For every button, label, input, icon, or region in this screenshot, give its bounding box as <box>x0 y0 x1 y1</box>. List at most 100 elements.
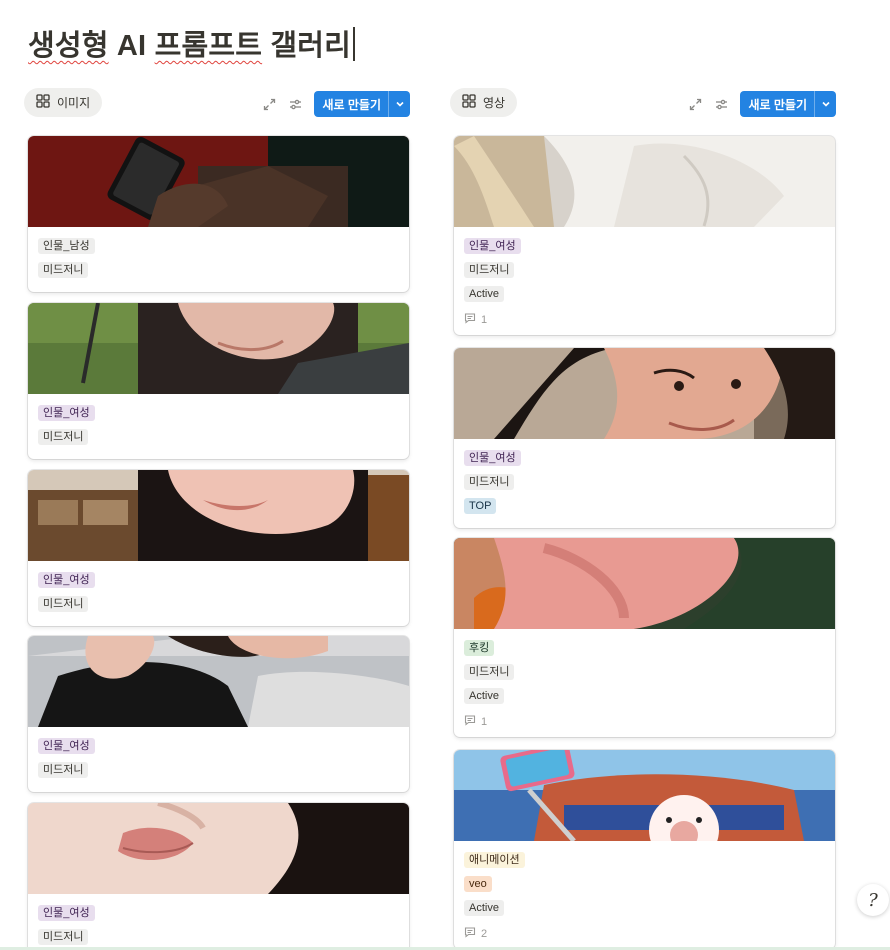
tag: Active <box>464 688 504 704</box>
page-title[interactable]: 생성형 AI 프롬프트 갤러리 <box>28 22 355 64</box>
tag-row: Active <box>464 284 825 308</box>
card-properties: 인물_여성 미드저니 <box>28 894 409 950</box>
tag: veo <box>464 876 492 892</box>
comment-icon <box>464 926 476 941</box>
tag: 미드저니 <box>38 596 89 612</box>
new-button[interactable]: 새로 만들기 <box>314 91 410 117</box>
gallery-view-images: 이미지 새로 만들기 인물_남성 미드저니 인물_여성 미드저니 인물_여성 미드저니 인물_여… <box>24 88 410 950</box>
tag: Active <box>464 900 504 916</box>
card-properties: 인물_여성미드저니 TOP <box>454 439 835 528</box>
tag-row: Active <box>464 686 825 710</box>
tag: 인물_여성 <box>464 450 521 466</box>
comment-count: 1 <box>464 714 825 729</box>
card-properties: 인물_남성미드저니 <box>28 227 409 292</box>
tag-row: 미드저니 <box>38 427 399 451</box>
comment-icon <box>464 312 476 327</box>
card-properties: 인물_여성미드저니 Active 1 <box>454 227 835 335</box>
comment-count: 1 <box>464 312 825 327</box>
title-part: 프롬프트 <box>154 30 263 62</box>
card-properties: 애니메이션 veo Active 2 <box>454 841 835 949</box>
tag-row: 인물_여성 <box>38 903 399 927</box>
gallery-card[interactable]: 인물_여성미드저니 <box>28 636 409 792</box>
view-tab[interactable]: 이미지 <box>24 88 103 117</box>
view-tab-label: 이미지 <box>57 96 91 110</box>
comment-count: 2 <box>464 926 825 941</box>
tag-row: 미드저니 <box>464 472 825 496</box>
tag: 미드저니 <box>464 664 515 680</box>
tag: 인물_여성 <box>38 405 95 421</box>
title-part: 갤러리 <box>270 30 352 62</box>
new-button[interactable]: 새로 만들기 <box>740 91 836 117</box>
tag-row: Active <box>464 898 825 922</box>
filter-settings-icon[interactable] <box>286 95 304 113</box>
tag-row: 미드저니 <box>38 594 399 618</box>
tag: Active <box>464 286 504 302</box>
tag-row: 애니메이션 <box>464 850 825 874</box>
view-actions: 새로 만들기 <box>686 91 836 117</box>
tag-row: 미드저니 <box>38 260 399 284</box>
chevron-down-icon[interactable] <box>814 91 836 117</box>
card-properties: 인물_여성미드저니 <box>28 394 409 459</box>
gallery-card[interactable]: 인물_남성미드저니 <box>28 136 409 292</box>
text-cursor <box>353 27 355 61</box>
new-button-label[interactable]: 새로 만들기 <box>740 91 814 117</box>
card-properties: 후킹미드저니 Active 1 <box>454 629 835 737</box>
tag: 인물_여성 <box>38 905 95 921</box>
new-button-label[interactable]: 새로 만들기 <box>314 91 388 117</box>
tag: 애니메이션 <box>464 852 525 868</box>
tag: 미드저니 <box>38 262 89 278</box>
view-toolbar: 이미지 새로 만들기 <box>24 88 410 118</box>
help-button[interactable]: ? <box>857 884 889 916</box>
card-properties: 인물_여성미드저니 <box>28 561 409 626</box>
tag-row: 인물_여성 <box>38 403 399 427</box>
tag-row: 인물_여성 <box>464 448 825 472</box>
gallery-card[interactable]: 인물_여성미드저니 Active 1 <box>454 136 835 335</box>
tag: 미드저니 <box>464 262 515 278</box>
comment-count-value: 1 <box>481 313 488 326</box>
comment-count-value: 1 <box>481 715 488 728</box>
tag-row: 미드저니 <box>464 260 825 284</box>
tag-row: 인물_여성 <box>38 736 399 760</box>
filter-settings-icon[interactable] <box>712 95 730 113</box>
view-actions: 새로 만들기 <box>260 91 410 117</box>
gallery-card[interactable]: 인물_여성미드저니 <box>28 303 409 459</box>
tag-row: 미드저니 <box>464 662 825 686</box>
expand-icon[interactable] <box>260 95 278 113</box>
tag: 인물_여성 <box>38 572 95 588</box>
card-properties: 인물_여성미드저니 <box>28 727 409 792</box>
tag: 인물_여성 <box>464 238 521 254</box>
tag-row: 인물_여성 <box>38 570 399 594</box>
gallery-card[interactable]: 인물_여성미드저니 <box>28 470 409 626</box>
view-tab[interactable]: 영상 <box>450 88 518 117</box>
help-icon: ? <box>868 889 878 911</box>
card-thumbnail <box>28 303 409 394</box>
comment-icon <box>464 714 476 729</box>
view-tab-label: 영상 <box>483 96 506 110</box>
card-thumbnail <box>28 470 409 561</box>
comment-count-value: 2 <box>481 927 488 940</box>
tag: 인물_여성 <box>38 738 95 754</box>
tag-row: 미드저니 <box>38 760 399 784</box>
card-thumbnail <box>454 538 835 629</box>
tag: 미드저니 <box>38 762 89 778</box>
gallery-card[interactable]: 후킹미드저니 Active 1 <box>454 538 835 737</box>
chevron-down-icon[interactable] <box>388 91 410 117</box>
title-part: 생성형 <box>28 30 109 62</box>
gallery-card[interactable]: 인물_여성 미드저니 <box>28 803 409 950</box>
tag: 미드저니 <box>38 429 89 445</box>
tag-row: 인물_남성 <box>38 236 399 260</box>
gallery-card[interactable]: 애니메이션 veo Active 2 <box>454 750 835 949</box>
view-toolbar: 영상 새로 만들기 <box>450 88 836 118</box>
expand-icon[interactable] <box>686 95 704 113</box>
tag-row: 인물_여성 <box>464 236 825 260</box>
gallery-view-videos: 영상 새로 만들기 인물_여성 미드저니 Active 1 인물_여성 미드저니 TOP 후킹 미드… <box>450 88 836 949</box>
card-thumbnail <box>454 136 835 227</box>
tag-row: 후킹 <box>464 638 825 662</box>
tag-row: veo <box>464 874 825 898</box>
card-thumbnail <box>28 803 409 894</box>
card-thumbnail <box>28 136 409 227</box>
title-part: AI <box>116 30 147 62</box>
tag: 미드저니 <box>464 474 515 490</box>
tag: TOP <box>464 498 497 514</box>
gallery-card[interactable]: 인물_여성미드저니 TOP <box>454 348 835 528</box>
